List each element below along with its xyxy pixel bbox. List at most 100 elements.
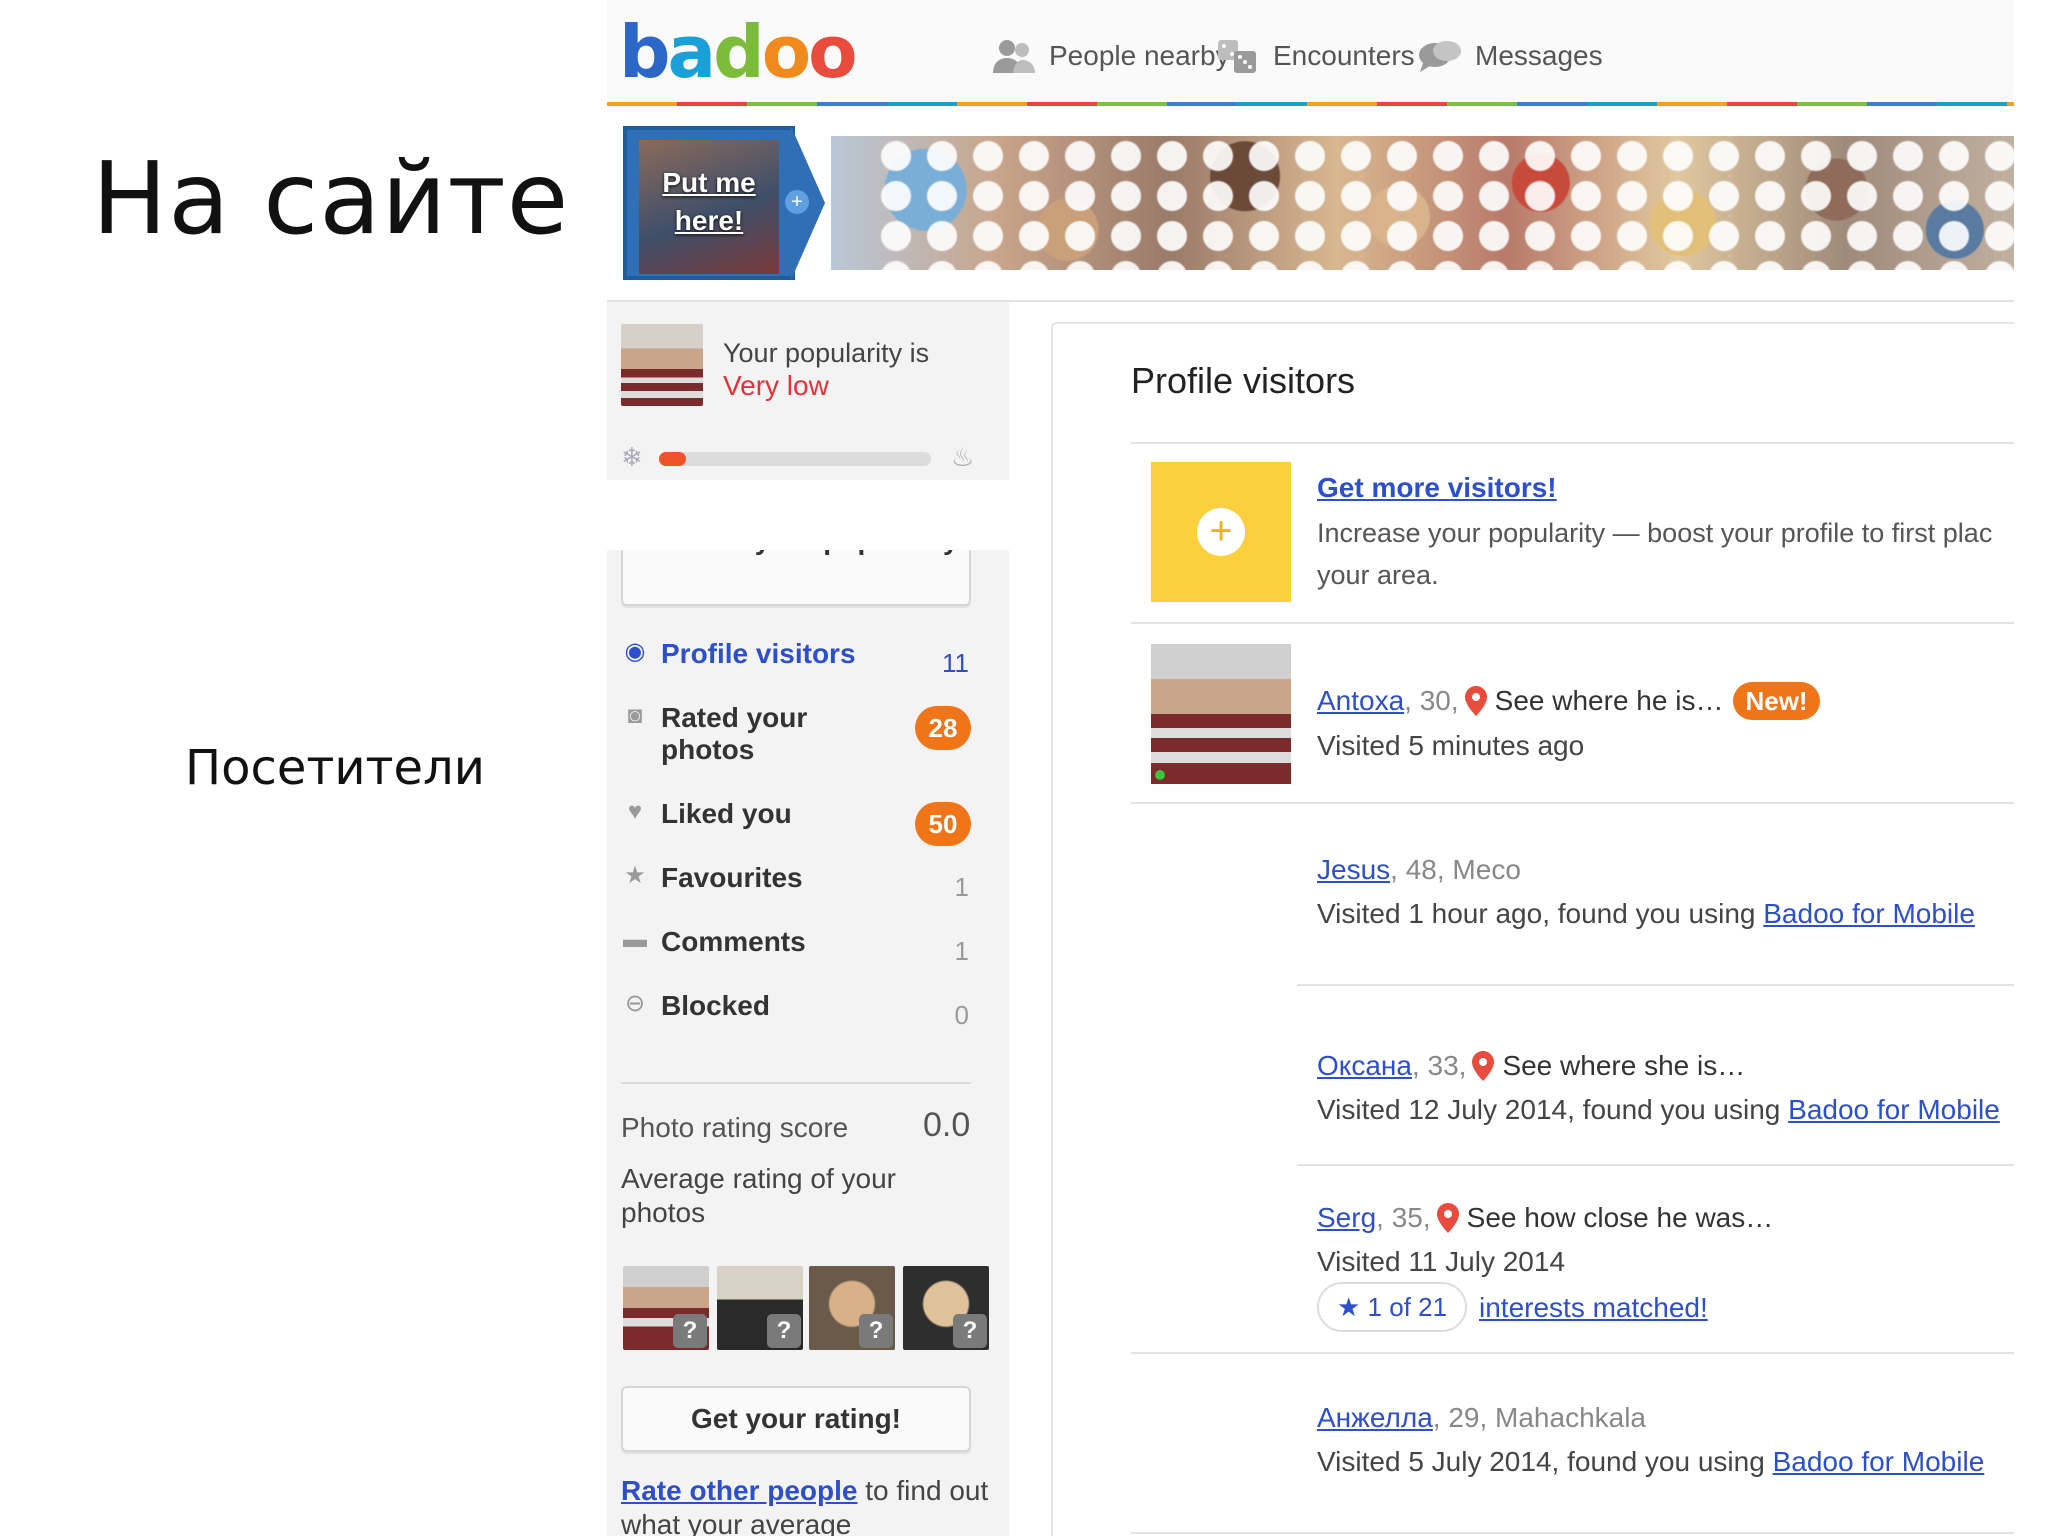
location-pin-icon	[1464, 686, 1487, 716]
visitor-info: Jesus , 48, Meco	[1317, 854, 1521, 886]
visitor-name-link[interactable]: Antoxa	[1317, 685, 1404, 717]
badoo-logo[interactable]: badoo	[619, 16, 858, 88]
comment-icon: ▬	[623, 926, 647, 953]
badoo-screenshot: badoo People nearby Encounters Messages …	[607, 0, 2014, 1536]
online-indicator	[1155, 770, 1165, 780]
unrated-marker: ?	[673, 1314, 707, 1348]
flame-icon: ♨	[951, 442, 975, 472]
menu-label: Profile visitors	[661, 638, 856, 669]
page-title: Profile visitors	[1131, 360, 1356, 401]
visitor-photo[interactable]	[1151, 644, 1291, 784]
menu-label: Rated your photos	[661, 702, 808, 765]
redaction-overlay	[873, 136, 2014, 270]
rate-other-people-link[interactable]: Rate other people	[621, 1475, 857, 1506]
divider	[1131, 442, 2014, 444]
photo-thumbnail[interactable]: ?	[623, 1266, 709, 1350]
rating-description: Average rating of your photos	[621, 1163, 896, 1228]
location-link[interactable]: See where she is…	[1502, 1050, 1745, 1082]
rate-others-text: Rate other people to find out what your …	[621, 1475, 989, 1536]
photo-thumbnail[interactable]: ?	[717, 1266, 803, 1350]
nav-messages[interactable]: Messages	[1417, 34, 1603, 78]
interests-matched-link[interactable]: interests matched!	[1479, 1292, 1708, 1324]
eye-icon: ◉	[624, 638, 646, 665]
visitor-info: Оксана , 33, See where she is…	[1317, 1050, 1746, 1082]
location-link[interactable]: See how close he was…	[1467, 1202, 1774, 1234]
promo-tile[interactable]: +	[1151, 462, 1291, 602]
dice-icon	[1215, 37, 1261, 75]
badoo-for-mobile-link[interactable]: Badoo for Mobile	[1763, 898, 1975, 929]
camera-icon: ◙	[627, 702, 643, 729]
popularity-bar-fill	[659, 452, 687, 466]
interests-pill[interactable]: ★ 1 of 21	[1317, 1282, 1468, 1332]
blocked-icon: ⊖	[624, 990, 646, 1017]
promo-text: Increase your popularity — boost your pr…	[1317, 518, 1993, 590]
star-icon: ★	[624, 862, 646, 889]
visit-time: Visited 12 July 2014, found you using Ba…	[1317, 1094, 2000, 1125]
nav-label: People nearby	[1049, 40, 1230, 71]
visitor-name-link[interactable]: Serg	[1317, 1202, 1376, 1234]
unrated-marker: ?	[859, 1314, 893, 1348]
top-navigation-bar: badoo People nearby Encounters Messages	[607, 0, 2014, 106]
put-me-here-label: Put me here!	[662, 167, 756, 236]
divider	[1297, 984, 2014, 986]
menu-profile-visitors-row[interactable]: ◉ Profile visitors 11	[607, 634, 1009, 698]
get-more-visitors-link[interactable]: Get more visitors!	[1317, 472, 1557, 504]
plus-icon: +	[1197, 508, 1245, 556]
nav-encounters[interactable]: Encounters	[1215, 34, 1415, 78]
menu-label: Blocked	[661, 990, 770, 1021]
menu-count: 0	[954, 1000, 969, 1030]
sidebar: Your popularity is Very low ❄ ♨ Increase…	[607, 302, 1009, 1536]
photo-thumbnail[interactable]: ?	[903, 1266, 989, 1350]
visitor-name-link[interactable]: Jesus	[1317, 854, 1390, 886]
snowflake-icon: ❄	[621, 442, 643, 472]
visitor-name-link[interactable]: Анжелла	[1317, 1402, 1433, 1434]
popularity-bar	[659, 452, 931, 466]
count-badge: 28	[915, 706, 971, 750]
menu-count: 11	[942, 648, 969, 678]
visit-time: Visited 1 hour ago, found you using Bado…	[1317, 898, 1975, 929]
profile-visitors-panel: Profile visitors + Get more visitors! In…	[1051, 322, 2014, 1536]
menu-rated-your-photos[interactable]: ◙ Rated your photos 28	[607, 698, 1009, 778]
unrated-marker: ?	[767, 1314, 801, 1348]
menu-label: Favourites	[661, 862, 803, 893]
popularity-value: Very low	[723, 370, 829, 401]
photo-rating-label: Photo rating score	[621, 1112, 849, 1143]
menu-blocked[interactable]: ⊖ Blocked 0	[607, 986, 1009, 1050]
menu-favourites[interactable]: ★ Favourites 1	[607, 858, 1009, 922]
divider	[1131, 802, 2014, 804]
put-me-here-button[interactable]: Put me here!	[623, 126, 795, 280]
visit-time: Visited 5 July 2014, found you using Bad…	[1317, 1446, 1985, 1477]
location-pin-icon	[1472, 1051, 1495, 1081]
photo-thumbnail[interactable]: ?	[809, 1266, 895, 1350]
popularity-label: Your popularity is	[723, 338, 930, 368]
unrated-marker: ?	[953, 1314, 987, 1348]
divider	[1131, 622, 2014, 624]
chat-bubbles-icon	[1417, 37, 1463, 75]
badoo-for-mobile-link[interactable]: Badoo for Mobile	[1788, 1094, 2000, 1125]
badoo-for-mobile-link[interactable]: Badoo for Mobile	[1773, 1446, 1985, 1477]
slide-caption: Посетители	[185, 740, 485, 796]
nav-label: Encounters	[1273, 40, 1415, 71]
heart-icon: ♥	[627, 798, 643, 825]
plus-icon: +	[785, 190, 809, 214]
star-icon: ★	[1337, 1292, 1368, 1322]
visitor-info: Анжелла , 29, Mahachkala	[1317, 1402, 1647, 1434]
avatar[interactable]	[621, 324, 703, 406]
menu-comments[interactable]: ▬ Comments 1	[607, 922, 1009, 986]
location-pin-icon	[1436, 1203, 1459, 1233]
location-link[interactable]: See where he is…	[1495, 685, 1724, 717]
photo-rating-value: 0.0	[923, 1106, 971, 1144]
menu-profile-visitors[interactable]	[607, 480, 1009, 550]
color-stripe	[607, 102, 2014, 106]
get-rating-button[interactable]: Get your rating!	[621, 1386, 971, 1452]
count-badge: 50	[915, 802, 971, 846]
visitor-info: Serg , 35, See how close he was…	[1317, 1202, 1774, 1234]
visitor-name-link[interactable]: Оксана	[1317, 1050, 1412, 1082]
slide-title: На сайте	[92, 140, 570, 257]
visitor-info: Antoxa , 30, See where he is… New!	[1317, 682, 1820, 720]
menu-liked-you[interactable]: ♥ Liked you 50	[607, 794, 1009, 858]
photo-strip: Put me here! +	[623, 126, 2014, 280]
menu-count: 1	[954, 936, 969, 966]
visit-time: Visited 11 July 2014	[1317, 1246, 1566, 1277]
nav-people-nearby[interactable]: People nearby	[991, 34, 1230, 78]
